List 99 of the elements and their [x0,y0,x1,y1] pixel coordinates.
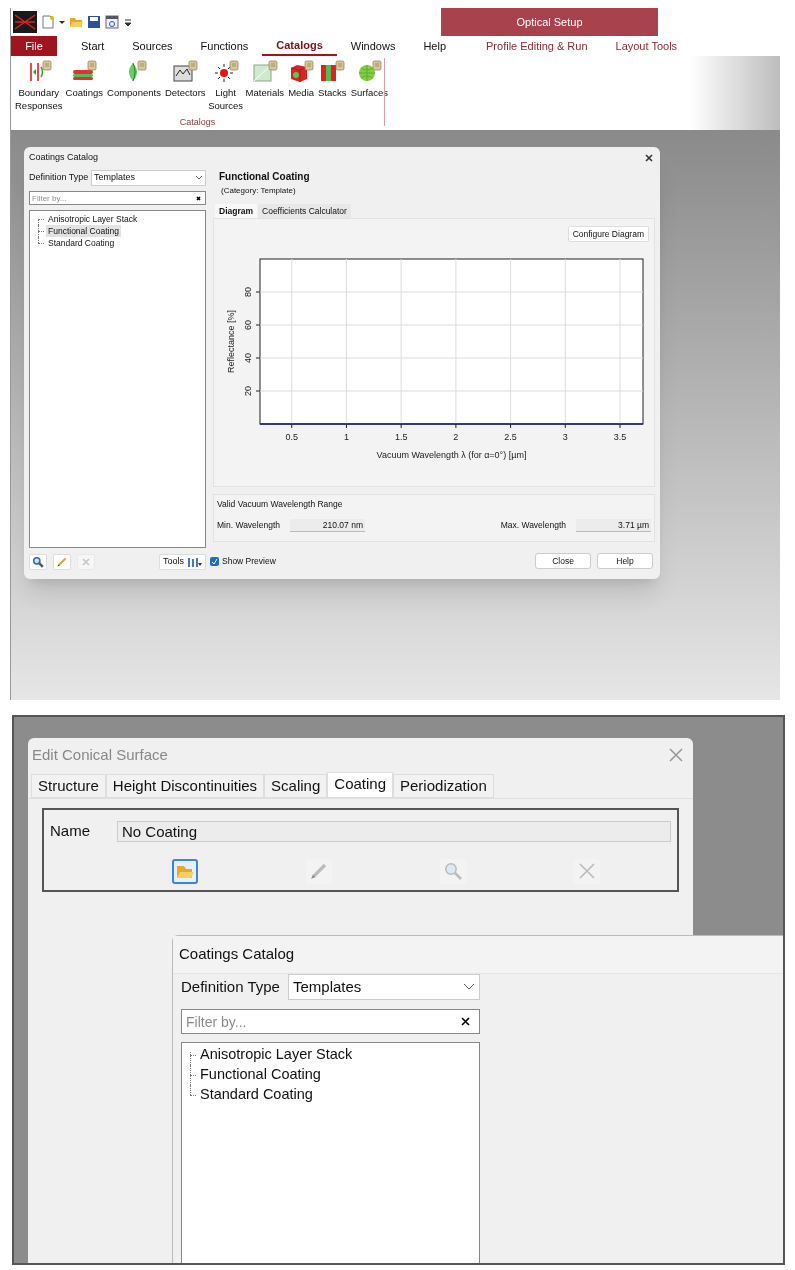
detector-icon [172,60,199,82]
tree-item[interactable]: Functional Coating [198,1064,323,1086]
category-label: (Category: Template) [221,185,297,197]
tab[interactable]: Structure [31,774,106,798]
field-label: Min. Wavelength [217,518,280,532]
window-icon [105,15,119,29]
axis-tick-label: 20 [243,386,253,396]
field-label: Max. Wavelength [500,518,566,532]
value-field: 210.07 nm [290,518,365,532]
icon-button[interactable] [172,858,198,884]
cube-icon [288,60,315,82]
dialog-button[interactable]: Help [597,553,653,569]
pencil-icon [56,556,68,568]
tool-button[interactable] [29,554,47,570]
filter-field[interactable]: Filter by... [181,1009,480,1034]
tab[interactable]: Periodization [393,774,494,798]
search-icon [443,861,463,881]
menu-tab[interactable]: File [11,36,57,56]
axis-tick-label: 2 [453,432,459,442]
tree-item[interactable]: Anisotropic Layer Stack [198,1044,355,1066]
pencil-icon [309,861,329,881]
tree-item[interactable]: Standard Coating [198,1084,315,1106]
stack-icon [319,60,346,82]
ribbon-button[interactable]: Stacks [317,60,348,99]
definition-type-dropdown[interactable]: Templates [288,974,480,1000]
ribbon-button[interactable]: Media [287,60,316,99]
ribbon-group-label: Catalogs [179,117,216,127]
tools-icon [186,556,202,568]
axis-tick-label: 60 [243,320,253,330]
configure-diagram-button[interactable]: Configure Diagram [567,226,649,242]
show-preview-checkbox[interactable]: Show Preview [210,554,276,568]
menu-tab[interactable]: Windows [336,36,410,56]
ribbon-button[interactable]: Components [106,60,162,99]
menu-tab[interactable]: Catalogs [262,36,337,56]
axis-tick-label: 3 [562,432,568,442]
field-label: Name [50,821,91,841]
dialog-title: Coatings Catalog [179,944,295,965]
tab[interactable]: Coating [327,772,393,798]
axis-tick-label: 40 [243,353,253,363]
delete-icon [80,556,92,568]
menu-tab[interactable]: Layout Tools [601,36,692,56]
contextual-tab-group-header: Optical Setup [441,8,658,36]
light-source-icon [212,60,239,82]
clear-button[interactable] [459,1015,472,1028]
clear-button[interactable] [194,193,203,203]
save-icon [87,15,101,29]
close-icon [667,746,685,764]
close-icon [643,152,655,164]
field-label: Definition Type [181,976,281,997]
menu-tab[interactable]: Sources [118,36,187,56]
axis-tick-label: 1 [343,432,349,442]
tools-button[interactable]: Tools [159,554,206,570]
filter-field[interactable]: Filter by... [29,191,206,205]
tab[interactable]: Scaling [264,774,328,798]
axis-title: Vacuum Wavelength λ (for α=0°) [µm] [376,450,527,460]
tree-item[interactable]: Anisotropic Layer Stack [46,212,140,226]
close-icon [194,193,203,203]
caret-icon [463,983,475,991]
axis-tick-label: 80 [243,287,253,297]
app-logo-icon [13,11,37,33]
menu-tab[interactable]: Help [409,36,460,56]
layers-icon [71,60,98,82]
ribbon-button[interactable]: Coatings [64,60,105,99]
menu-tab[interactable]: Profile Editing & Run [472,36,602,56]
close-icon [459,1015,472,1028]
square-icon [251,60,278,82]
caret-icon [195,175,203,181]
axis-tick-label: 2.5 [504,432,517,442]
axis-tick-label: 0.5 [285,432,298,442]
search-icon [32,556,44,568]
open-folder-icon [69,15,83,29]
close-button[interactable] [643,152,655,164]
heading: Functional Coating [219,170,311,184]
dialog-button[interactable]: Close [535,553,591,569]
sphere-icon [356,60,383,82]
ribbon-button[interactable]: Boundary Responses [15,60,63,112]
dialog-title: Edit Conical Surface [32,744,168,765]
menu-tab[interactable]: Functions [186,36,263,56]
ribbon-button[interactable]: Materials [244,60,286,99]
new-file-icon [41,15,55,29]
axis-tick-label: 3.5 [613,432,627,442]
tree-item[interactable]: Functional Coating [46,224,121,238]
definition-type-dropdown[interactable]: Templates [91,170,206,186]
dialog-title: Coatings Catalog [29,151,99,165]
menu-tab[interactable]: Start [67,36,119,56]
axis-tick-label: 1.5 [394,432,408,442]
group-title: Valid Vacuum Wavelength Range [217,498,344,511]
tree-item[interactable]: Standard Coating [46,236,117,250]
tab[interactable]: Diagram [215,204,257,218]
name-field: No Coating [117,820,671,842]
ribbon-button[interactable]: Detectors [163,60,207,99]
axis-title: Reflectance [%] [226,310,236,373]
tab[interactable]: Coefficients Calculator [258,204,351,218]
delete-icon [577,861,597,881]
field-label: Definition Type [29,171,90,185]
value-field: 3.71 µm [576,518,651,532]
checkbox-indicator[interactable] [210,556,219,566]
ribbon-button[interactable]: Light Sources [208,60,243,112]
tab[interactable]: Height Discontinuities [105,774,265,798]
